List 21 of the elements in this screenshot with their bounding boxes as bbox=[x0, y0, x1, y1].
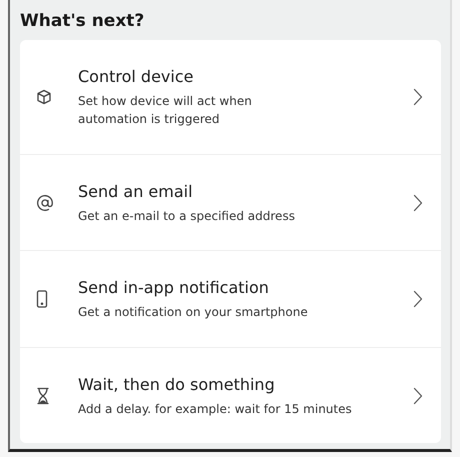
action-title: Control device bbox=[78, 66, 194, 88]
chevron-right-icon bbox=[413, 386, 423, 404]
action-title: Send in-app notification bbox=[78, 277, 269, 299]
at-sign-icon bbox=[36, 194, 54, 212]
smartphone-icon bbox=[36, 290, 48, 308]
action-description: Get an e-mail to a specified address bbox=[78, 208, 295, 224]
action-description: Set how device will act when automation is triggered bbox=[78, 93, 253, 128]
action-title: Wait, then do something bbox=[78, 374, 275, 396]
action-item[interactable]: Send an email Get an e-mail to a specified address bbox=[20, 155, 441, 251]
hourglass-icon bbox=[36, 386, 50, 404]
cube-icon bbox=[36, 89, 52, 105]
action-item[interactable]: Send in-app notification Get a notification on your smartphone bbox=[20, 251, 441, 348]
action-item[interactable]: Wait, then do something Add a delay. for example: wait for 15 minutes bbox=[20, 348, 441, 443]
action-description: Get a notification on your smartphone bbox=[78, 304, 308, 321]
chevron-right-icon bbox=[413, 194, 423, 212]
action-description: Add a delay. for example: wait for 15 minutes bbox=[78, 400, 352, 418]
panel-title: What's next? bbox=[20, 10, 146, 33]
chevron-right-icon bbox=[413, 88, 423, 106]
chevron-right-icon bbox=[413, 290, 423, 308]
action-title: Send an email bbox=[78, 180, 193, 202]
action-item[interactable]: Control device Set how device will act when automation is triggered bbox=[20, 40, 441, 155]
